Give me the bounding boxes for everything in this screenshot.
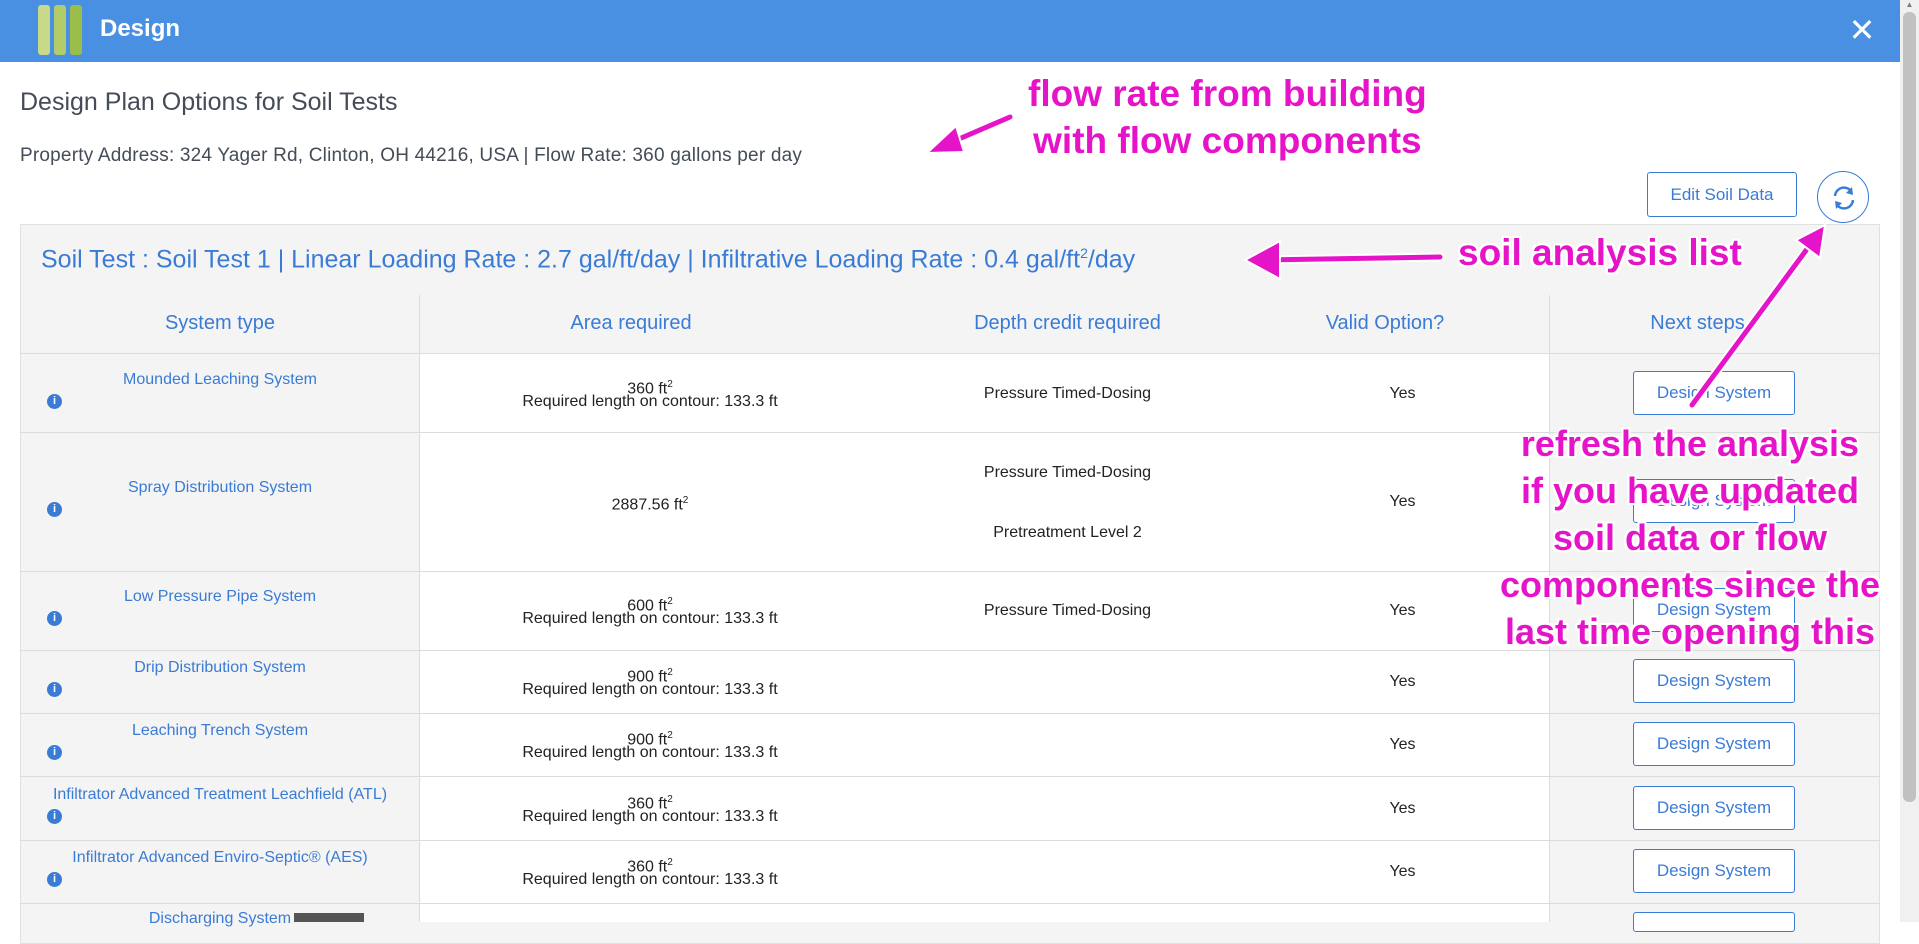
soil-test-heading: Soil Test : Soil Test 1 | Linear Loading…	[41, 245, 1135, 274]
valid-option: Yes	[1389, 673, 1416, 690]
contour-length: Required length on contour: 133.3 ft	[522, 808, 778, 825]
valid-option: Yes	[1389, 800, 1416, 817]
area-sup: 2	[667, 667, 673, 678]
info-icon[interactable]: i	[47, 502, 62, 517]
system-name-link[interactable]: Low Pressure Pipe System	[20, 588, 420, 606]
scroll-up-arrow-icon[interactable]: ▲	[1903, 0, 1916, 10]
design-system-button[interactable]: Design System	[1633, 722, 1795, 766]
soil-test-heading-sup: 2	[1080, 245, 1088, 261]
system-name-link[interactable]: Infiltrator Advanced Treatment Leachfiel…	[20, 786, 420, 804]
area-sup: 2	[667, 596, 673, 607]
table-divider	[420, 713, 1549, 714]
column-header-system-type: System type	[164, 312, 276, 334]
system-name-link[interactable]: Drip Distribution System	[20, 659, 420, 677]
annotation-soil-list: soil analysis list	[1458, 232, 1742, 273]
system-name-link[interactable]: Leaching Trench System	[20, 722, 420, 740]
system-name-link[interactable]: Infiltrator Advanced Enviro-Septic® (AES…	[20, 849, 420, 867]
table-divider	[420, 432, 1549, 433]
table-divider	[420, 650, 1549, 651]
depth-credit-2: Pretreatment Level 2	[993, 524, 1142, 541]
area-sup: 2	[667, 857, 673, 868]
edit-soil-data-button[interactable]: Edit Soil Data	[1647, 172, 1797, 217]
contour-length: Required length on contour: 133.3 ft	[522, 610, 778, 627]
annotation-refresh: refresh the analysis if you have updated…	[1490, 420, 1890, 655]
design-system-button-partial[interactable]	[1633, 912, 1795, 932]
column-header-next-steps: Next steps	[1650, 312, 1745, 334]
info-icon[interactable]: i	[47, 872, 62, 887]
annotation-refresh-line-5: last time opening this	[1504, 611, 1876, 652]
column-header-valid: Valid Option?	[1325, 312, 1445, 334]
info-icon[interactable]: i	[47, 745, 62, 760]
depth-credit: Pressure Timed-Dosing	[983, 464, 1152, 481]
annotation-flow-rate: flow rate from building with flow compon…	[1028, 70, 1427, 164]
refresh-button[interactable]	[1817, 171, 1869, 223]
table-body-white	[420, 354, 1549, 922]
annotation-refresh-line-2: if you have updated	[1520, 470, 1860, 511]
tooltip-fragment	[294, 913, 364, 922]
table-divider	[420, 571, 1549, 572]
contour-length: Required length on contour: 133.3 ft	[522, 871, 778, 888]
dialog-title: Design	[100, 15, 181, 42]
area-sup: 2	[667, 794, 673, 805]
info-icon[interactable]: i	[47, 394, 62, 409]
valid-option: Yes	[1389, 863, 1416, 880]
system-name-link[interactable]: Mounded Leaching System	[20, 371, 420, 389]
soil-test-heading-tail: /day	[1087, 245, 1136, 274]
table-divider	[420, 776, 1549, 777]
design-system-button[interactable]: Design System	[1633, 371, 1795, 415]
area-value: 2887.56 ft2	[420, 492, 880, 514]
valid-option: Yes	[1389, 385, 1416, 402]
soil-test-heading-text: Soil Test : Soil Test 1 | Linear Loading…	[41, 245, 1081, 274]
valid-option: Yes	[1389, 736, 1416, 753]
system-name-link[interactable]: Spray Distribution System	[20, 479, 420, 497]
area-text: 2887.56 ft	[611, 496, 683, 514]
annotation-flow-line-1: flow rate from building	[1028, 73, 1427, 114]
column-header-area: Area required	[570, 312, 692, 334]
area-sup: 2	[667, 379, 673, 390]
design-system-button[interactable]: Design System	[1633, 849, 1795, 893]
table-divider	[420, 840, 1549, 841]
info-icon[interactable]: i	[47, 682, 62, 697]
header-bar: Design ✕	[0, 0, 1919, 62]
logo-icon	[38, 5, 82, 55]
depth-credit: Pressure Timed-Dosing	[983, 602, 1152, 619]
area-sup: 2	[682, 495, 689, 506]
annotation-refresh-line-3: soil data or flow	[1552, 517, 1828, 558]
page-title: Design Plan Options for Soil Tests	[20, 88, 398, 116]
refresh-icon	[1833, 186, 1855, 210]
info-icon[interactable]: i	[47, 611, 62, 626]
table-divider	[420, 903, 1549, 904]
annotation-refresh-line-4: components since the	[1499, 564, 1881, 605]
annotation-flow-line-2: with flow components	[1033, 120, 1422, 161]
column-header-depth-credit: Depth credit required	[974, 312, 1161, 334]
property-address: Property Address: 324 Yager Rd, Clinton,…	[20, 145, 803, 166]
contour-length: Required length on contour: 133.3 ft	[522, 681, 778, 698]
contour-length: Required length on contour: 133.3 ft	[522, 744, 778, 761]
design-system-button[interactable]: Design System	[1633, 659, 1795, 703]
area-sup: 2	[667, 730, 673, 741]
design-system-button[interactable]: Design System	[1633, 786, 1795, 830]
scrollbar-thumb[interactable]	[1903, 12, 1916, 802]
close-icon[interactable]: ✕	[1847, 12, 1877, 48]
depth-credit: Pressure Timed-Dosing	[983, 385, 1152, 402]
info-icon[interactable]: i	[47, 809, 62, 824]
annotation-refresh-line-1: refresh the analysis	[1520, 423, 1860, 464]
contour-length: Required length on contour: 133.3 ft	[522, 393, 778, 410]
